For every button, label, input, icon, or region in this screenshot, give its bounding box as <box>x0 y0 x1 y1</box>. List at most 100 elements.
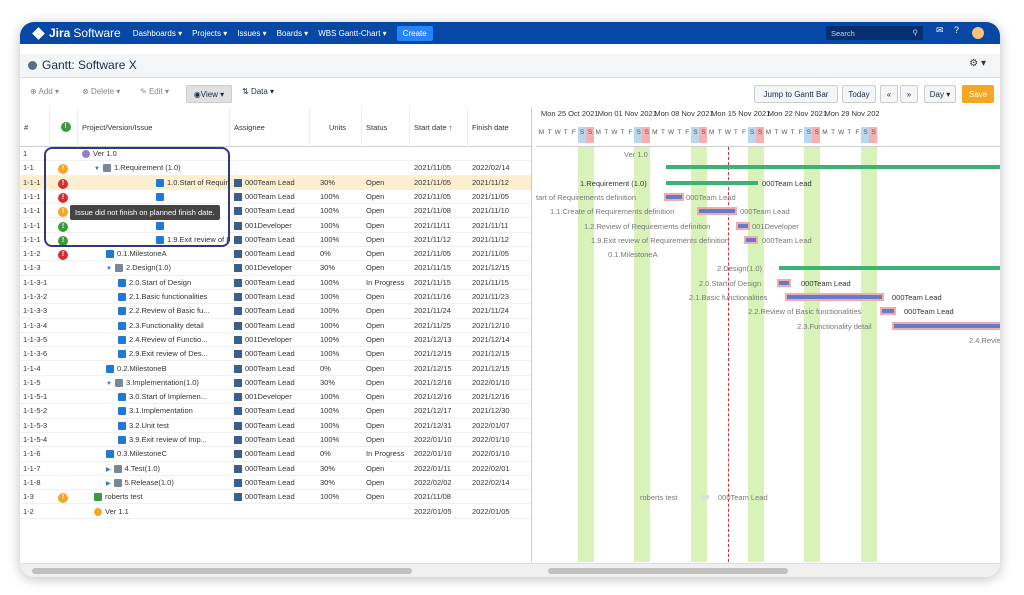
create-button[interactable]: Create <box>396 25 433 41</box>
scale-select[interactable]: Day ▾ <box>924 85 956 103</box>
save-button[interactable]: Save <box>962 85 994 103</box>
add-label: Add ▾ <box>38 87 59 96</box>
cell-status: Open <box>366 206 410 215</box>
table-row[interactable]: 1-1-5-2 3.1.Implementation 000Team Lead 100… <box>20 404 531 419</box>
nav-dashboards[interactable]: Dashboards ▾ <box>133 29 182 38</box>
table-row[interactable]: 1-3! roberts test 000Team Lead 100% Open 2021… <box>20 490 531 505</box>
grid-scroll-thumb[interactable] <box>32 568 412 574</box>
col-start-date[interactable]: Start date ↑ <box>410 107 468 147</box>
cell-status-text: Open <box>366 206 385 216</box>
table-row[interactable]: 1-1-3-5 2.4.Review of Functio... 001Develo… <box>20 333 531 348</box>
cell-status-text: Open <box>366 306 385 316</box>
gear-icon[interactable]: ⚙ ▾ <box>969 58 986 69</box>
delete-button[interactable]: ⊗ Delete ▾ <box>82 87 120 96</box>
gantt-bar-func-detail[interactable] <box>894 323 1000 328</box>
gantt-bar-exit-req[interactable] <box>746 237 756 242</box>
cell-assignee-text: 001Developer <box>245 392 292 402</box>
gantt-bar-create-req[interactable] <box>699 209 735 214</box>
task-checkbox-icon[interactable] <box>118 393 126 402</box>
collapse-icon[interactable]: ▶ <box>106 480 111 487</box>
cell-start-text: 2022/01/11 <box>414 463 451 473</box>
gantt-bar-start-req[interactable] <box>666 194 682 199</box>
col-issue[interactable]: Project/Version/Issue <box>78 107 230 147</box>
table-row[interactable]: 1-1-5-4 3.9.Exit review of Imp... 000Team … <box>20 433 531 448</box>
expand-icon[interactable]: ▼ <box>106 381 112 387</box>
nav-wbs-gantt[interactable]: WBS Gantt-Chart ▾ <box>318 29 386 38</box>
table-row[interactable]: 1-1-5 ▼ 3.Implementation(1.0) 000Team Lead 3… <box>20 376 531 391</box>
horizontal-scrollbar[interactable] <box>20 563 1000 577</box>
table-row[interactable]: 1-1-3-6 2.9.Exit review of Des... 000Team … <box>20 347 531 362</box>
col-units[interactable]: Units <box>310 107 362 147</box>
task-checkbox-icon[interactable] <box>118 278 126 287</box>
gantt-bar-start-design[interactable] <box>779 280 789 285</box>
edit-button[interactable]: ✎ Edit ▾ <box>140 87 169 96</box>
user-avatar-icon <box>234 250 242 259</box>
search-input[interactable]: Search ⚲ <box>826 26 923 40</box>
view-button[interactable]: ◉ View ▾ <box>186 85 232 103</box>
table-row[interactable]: 1-1-2! 0.1.MilestoneA 000Team Lead 0% Open 20… <box>20 247 531 262</box>
data-button[interactable]: ⇅ Data ▾ <box>242 87 274 96</box>
task-checkbox-icon[interactable] <box>118 307 126 316</box>
cell-number-text: 1-1-6 <box>23 449 41 459</box>
user-avatar-icon <box>234 278 242 287</box>
warning-icon[interactable]: ! <box>58 250 68 261</box>
task-checkbox-icon[interactable] <box>118 321 126 330</box>
cell-status: Open <box>366 421 410 430</box>
col-number[interactable]: # <box>20 107 50 147</box>
chart-scroll-thumb[interactable] <box>548 568 788 574</box>
col-finish-date[interactable]: Finish date <box>468 107 531 147</box>
table-row[interactable]: 1-1-3-2 2.1.Basic functionalities 000Team … <box>20 290 531 305</box>
task-checkbox-icon[interactable] <box>118 421 126 430</box>
notifications-icon[interactable]: ✉ <box>936 25 944 36</box>
task-checkbox-icon[interactable] <box>118 436 126 445</box>
table-row[interactable]: 1-1-3-3 2.2.Review of Basic fu... 000Team … <box>20 304 531 319</box>
table-row[interactable]: 1-1-8 ▶ 5.Release(1.0) 000Team Lead 30% Open 2… <box>20 476 531 491</box>
table-row[interactable]: 1-1-3 ▼ 2.Design(1.0) 001Developer 30% Open 20… <box>20 261 531 276</box>
warning-icon[interactable]: ! <box>58 493 68 504</box>
table-row[interactable]: 1-2 Ver 1.1 2022/01/05 2022/01/05 <box>20 505 531 519</box>
next-button[interactable]: » <box>900 85 918 103</box>
cell-assignee: 000Team Lead <box>234 249 310 259</box>
task-checkbox-icon[interactable] <box>118 293 126 302</box>
col-warning[interactable]: ! <box>50 107 78 147</box>
nav-boards[interactable]: Boards ▾ <box>277 29 309 38</box>
cell-units-text: 100% <box>320 334 340 344</box>
cell-units: 100% <box>320 306 360 315</box>
col-status[interactable]: Status <box>362 107 410 147</box>
table-row[interactable]: 1-1-3-1 2.0.Start of Design 000Team Lead 10… <box>20 276 531 290</box>
avatar[interactable] <box>972 27 984 39</box>
table-row[interactable]: 1-1-3-4 2.3.Functionality detail 000Team L… <box>20 319 531 333</box>
gantt-bar-basic[interactable] <box>787 295 882 299</box>
task-checkbox-icon[interactable] <box>106 450 114 459</box>
jump-to-gantt-bar-button[interactable]: Jump to Gantt Bar <box>754 85 838 103</box>
nav-projects[interactable]: Projects ▾ <box>192 29 227 38</box>
help-icon[interactable]: ? <box>954 25 959 35</box>
prev-button[interactable]: « <box>880 85 898 103</box>
col-assignee[interactable]: Assignee <box>230 107 310 147</box>
today-button[interactable]: Today <box>842 85 876 103</box>
table-row[interactable]: 1-1-7 ▶ 4.Test(1.0) 000Team Lead 30% Open 2022… <box>20 462 531 476</box>
task-checkbox-icon[interactable] <box>118 350 126 359</box>
gantt-bar-review-basic[interactable] <box>882 309 894 314</box>
task-checkbox-icon[interactable] <box>106 364 114 373</box>
table-row[interactable]: 1-1-4 0.2.MilestoneB 000Team Lead 0% Open 202… <box>20 362 531 376</box>
cell-start: 2021/12/13 <box>414 335 468 344</box>
table-row[interactable]: 1-1-5-1 3.0.Start of Implemen... 001Develo… <box>20 390 531 405</box>
cell-status: Open <box>366 249 410 258</box>
task-checkbox-icon[interactable] <box>118 407 126 416</box>
task-checkbox-icon[interactable] <box>106 250 114 259</box>
nav-issues[interactable]: Issues ▾ <box>237 29 266 38</box>
cell-issue-text: 2.1.Basic functionalities <box>129 292 208 301</box>
gantt-bar-review-req[interactable] <box>738 223 748 228</box>
add-button[interactable]: ⊕ Add ▾ <box>30 87 59 96</box>
cell-status-text: Open <box>366 292 385 301</box>
gantt-label: 1.2.Review of Requirements definition <box>584 221 711 231</box>
cell-finish-text: 2022/01/05 <box>472 506 510 516</box>
cell-start-text: 2021/11/15 <box>414 263 451 273</box>
task-checkbox-icon[interactable] <box>118 335 126 344</box>
table-row[interactable]: 1-1-6 0.3.MilestoneC 000Team Lead 0% In Prog… <box>20 447 531 462</box>
collapse-icon[interactable]: ▶ <box>106 466 111 473</box>
table-row[interactable]: 1-1-5-3 3.2.Unit test 000Team Lead 100% Open… <box>20 419 531 433</box>
jira-logo[interactable]: Jira Software <box>32 26 121 40</box>
expand-icon[interactable]: ▼ <box>106 266 112 272</box>
